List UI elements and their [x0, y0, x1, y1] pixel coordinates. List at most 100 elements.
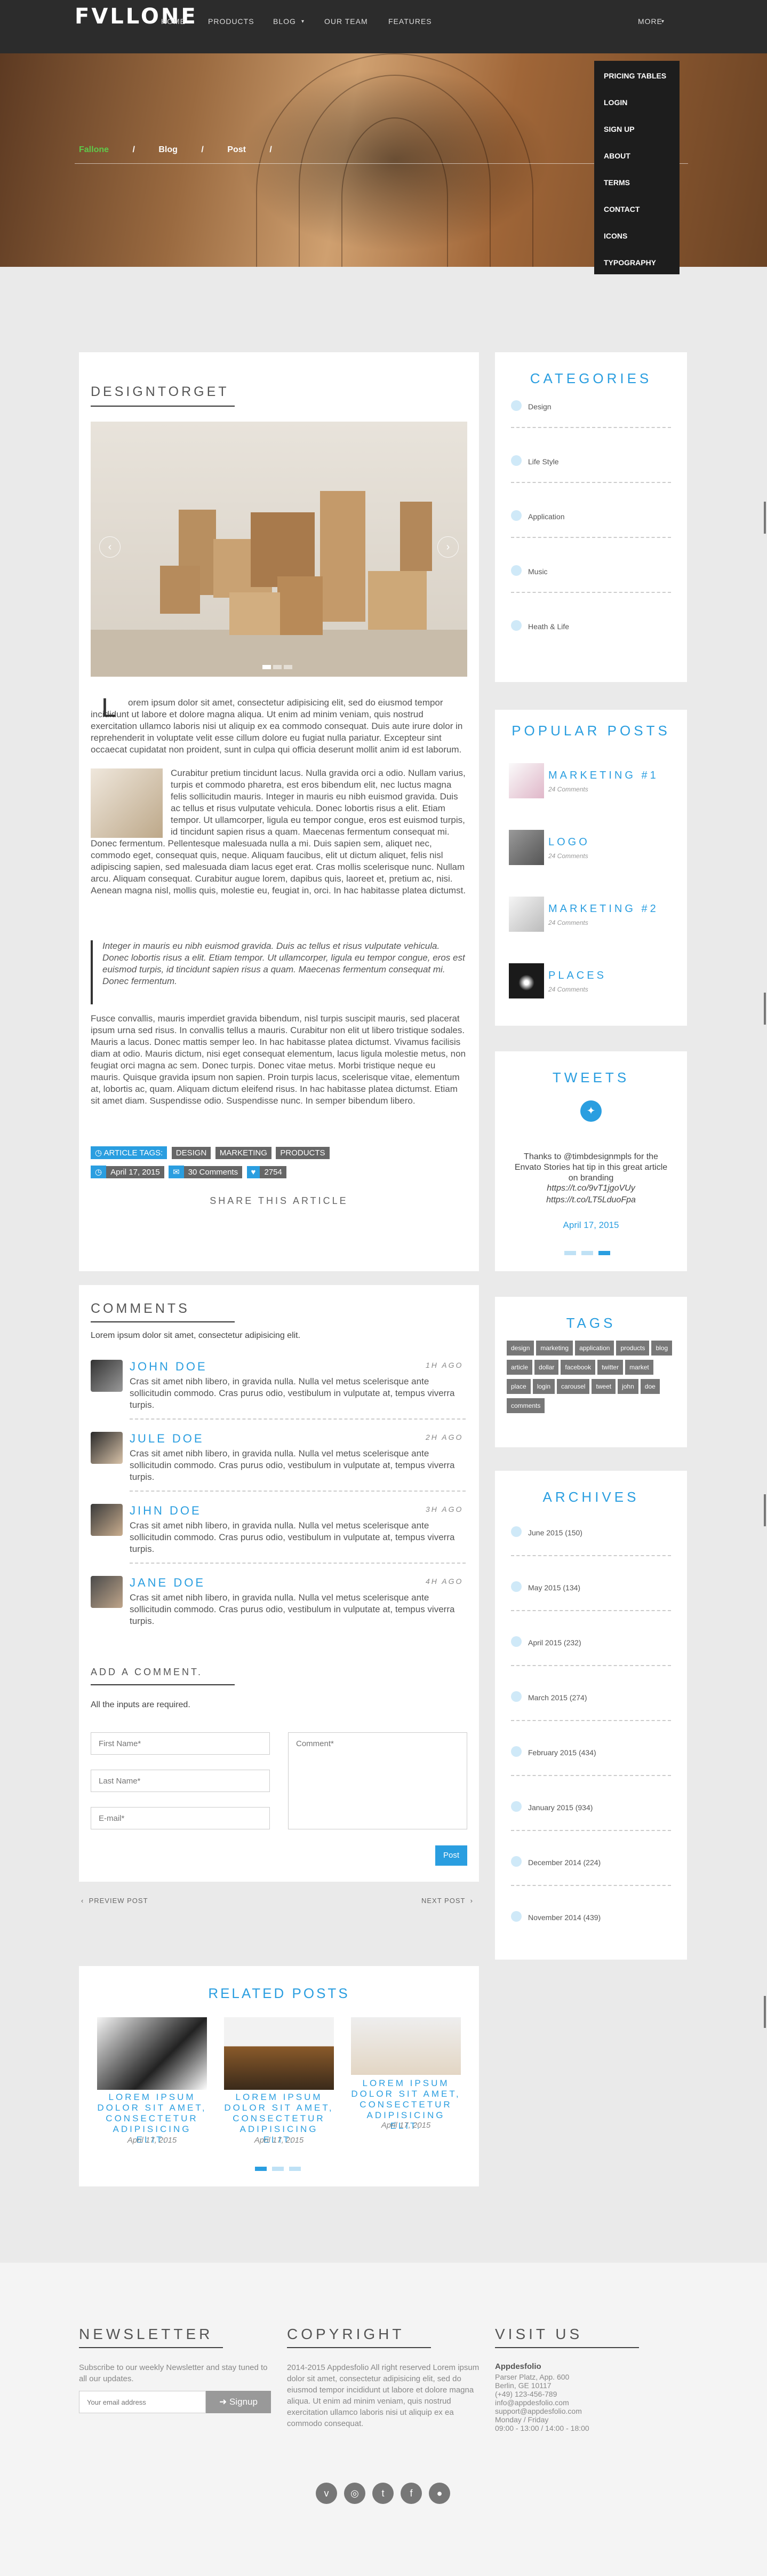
- related-dot[interactable]: [289, 2167, 301, 2171]
- tweet-link[interactable]: https://t.co/9vT1jgoVUy: [511, 1184, 671, 1193]
- tag-chip[interactable]: carousel: [557, 1379, 590, 1394]
- slider-dot[interactable]: [284, 665, 292, 669]
- comment-author[interactable]: JOHN DOE: [130, 1360, 207, 1374]
- email-link[interactable]: info@appdesfolio.com: [495, 2398, 589, 2407]
- flickr-icon[interactable]: ●: [429, 2483, 450, 2504]
- tag-chip[interactable]: facebook: [561, 1360, 596, 1375]
- menu-item-sign-up[interactable]: SIGN UP: [594, 118, 680, 145]
- popular-post-thumb[interactable]: [509, 963, 544, 998]
- phone[interactable]: (+49) 123-456-789: [495, 2390, 589, 2398]
- tag-chip[interactable]: marketing: [536, 1341, 573, 1356]
- next-post-link[interactable]: NEXT POST ›: [421, 1897, 473, 1905]
- popular-post-title[interactable]: MARKETING #2: [548, 903, 659, 915]
- tag-chip[interactable]: tweet: [592, 1379, 616, 1394]
- comment-time: 3H AGO: [426, 1505, 464, 1513]
- archive-item[interactable]: December 2014 (224): [495, 1856, 687, 1911]
- archive-item[interactable]: March 2015 (274): [495, 1691, 687, 1746]
- related-image[interactable]: [224, 2017, 334, 2090]
- nav-products[interactable]: PRODUCTS: [208, 17, 254, 26]
- nav-more[interactable]: MORE: [638, 17, 662, 26]
- tag-chip[interactable]: blog: [651, 1341, 673, 1356]
- breadcrumb-home[interactable]: Fallone: [79, 145, 109, 154]
- menu-item-typography[interactable]: TYPOGRAPHY: [594, 252, 680, 279]
- tweet-dot[interactable]: [564, 1251, 576, 1255]
- tweet-dot[interactable]: [598, 1251, 610, 1255]
- first-name-input[interactable]: [91, 1732, 270, 1755]
- nav-our-team[interactable]: OUR TEAM: [324, 17, 368, 26]
- related-dot[interactable]: [272, 2167, 284, 2171]
- tweet-link[interactable]: https://t.co/LT5LduoFpa: [511, 1195, 671, 1205]
- archive-item[interactable]: November 2014 (439): [495, 1911, 687, 1966]
- slider-dot[interactable]: [262, 665, 271, 669]
- category-item[interactable]: Heath & Life: [495, 615, 687, 670]
- post-comment-button[interactable]: Post: [435, 1845, 467, 1866]
- comment-author[interactable]: JULE DOE: [130, 1432, 204, 1446]
- related-image[interactable]: [351, 2017, 461, 2075]
- tag-products[interactable]: PRODUCTS: [276, 1147, 330, 1159]
- tag-chip[interactable]: twitter: [597, 1360, 624, 1375]
- category-item[interactable]: Music: [495, 560, 687, 615]
- popular-post-title[interactable]: PLACES: [548, 970, 606, 982]
- tag-design[interactable]: DESIGN: [171, 1147, 211, 1159]
- tag-chip[interactable]: login: [532, 1379, 555, 1394]
- archive-item[interactable]: January 2015 (934): [495, 1801, 687, 1856]
- related-dot[interactable]: [255, 2167, 267, 2171]
- post-likes[interactable]: 2754: [260, 1166, 286, 1178]
- tag-marketing[interactable]: MARKETING: [215, 1147, 271, 1159]
- vimeo-icon[interactable]: v: [316, 2483, 337, 2504]
- slider-prev-button[interactable]: ‹: [99, 536, 121, 558]
- email-input[interactable]: [91, 1807, 270, 1829]
- tag-chip[interactable]: design: [507, 1341, 534, 1356]
- tag-chip[interactable]: comments: [507, 1398, 545, 1413]
- newsletter-email-input[interactable]: [79, 2391, 206, 2413]
- dribbble-icon[interactable]: ◎: [344, 2483, 365, 2504]
- slider-dot[interactable]: [273, 665, 282, 669]
- article-tags-label: ◷ ARTICLE TAGS:: [91, 1146, 167, 1159]
- category-item[interactable]: Design: [495, 395, 687, 450]
- comment-textarea[interactable]: [288, 1732, 467, 1829]
- tag-chip[interactable]: doe: [640, 1379, 660, 1394]
- nav-blog[interactable]: BLOG: [273, 17, 296, 26]
- slider-next-button[interactable]: ›: [437, 536, 459, 558]
- popular-post-thumb[interactable]: [509, 897, 544, 932]
- comment-author[interactable]: JANE DOE: [130, 1576, 205, 1590]
- nav-home[interactable]: HOME: [161, 17, 186, 26]
- related-image[interactable]: [97, 2017, 207, 2090]
- popular-post-title[interactable]: LOGO: [548, 836, 590, 849]
- menu-item-icons[interactable]: ICONS: [594, 225, 680, 252]
- menu-item-about[interactable]: ABOUT: [594, 145, 680, 172]
- archive-item[interactable]: May 2015 (134): [495, 1581, 687, 1636]
- last-name-input[interactable]: [91, 1770, 270, 1792]
- image-slider[interactable]: ‹ ›: [91, 422, 467, 677]
- popular-post-title[interactable]: MARKETING #1: [548, 770, 659, 782]
- prev-post-link[interactable]: ‹ PREVIEW POST: [81, 1897, 148, 1905]
- share-article[interactable]: SHARE THIS ARTICLE: [79, 1195, 479, 1207]
- signup-button[interactable]: ➜ Signup: [206, 2391, 271, 2413]
- archive-item[interactable]: February 2015 (434): [495, 1746, 687, 1801]
- popular-post-thumb[interactable]: [509, 830, 544, 865]
- email-link[interactable]: support@appdesfolio.com: [495, 2407, 589, 2415]
- popular-post-thumb[interactable]: [509, 763, 544, 798]
- archive-item[interactable]: June 2015 (150): [495, 1526, 687, 1581]
- menu-item-login[interactable]: LOGIN: [594, 92, 680, 118]
- menu-item-pricing-tables[interactable]: PRICING TABLES: [594, 65, 680, 92]
- menu-item-contact[interactable]: CONTACT: [594, 199, 680, 225]
- menu-item-terms[interactable]: TERMS: [594, 172, 680, 199]
- tweet-dot[interactable]: [581, 1251, 593, 1255]
- tag-chip[interactable]: application: [575, 1341, 614, 1356]
- tag-chip[interactable]: products: [616, 1341, 650, 1356]
- tag-chip[interactable]: market: [625, 1360, 653, 1375]
- category-item[interactable]: Application: [495, 505, 687, 560]
- tag-chip[interactable]: dollar: [534, 1360, 559, 1375]
- twitter-icon[interactable]: t: [372, 2483, 394, 2504]
- comment-author[interactable]: JIHN DOE: [130, 1504, 202, 1518]
- nav-features[interactable]: FEATURES: [388, 17, 432, 26]
- archive-item[interactable]: April 2015 (232): [495, 1636, 687, 1691]
- breadcrumb-blog[interactable]: Blog: [158, 145, 178, 154]
- tag-chip[interactable]: article: [507, 1360, 533, 1375]
- post-comments-count[interactable]: 30 Comments: [183, 1166, 243, 1178]
- tag-chip[interactable]: place: [507, 1379, 531, 1394]
- tag-chip[interactable]: john: [618, 1379, 638, 1394]
- facebook-icon[interactable]: f: [401, 2483, 422, 2504]
- category-item[interactable]: Life Style: [495, 450, 687, 505]
